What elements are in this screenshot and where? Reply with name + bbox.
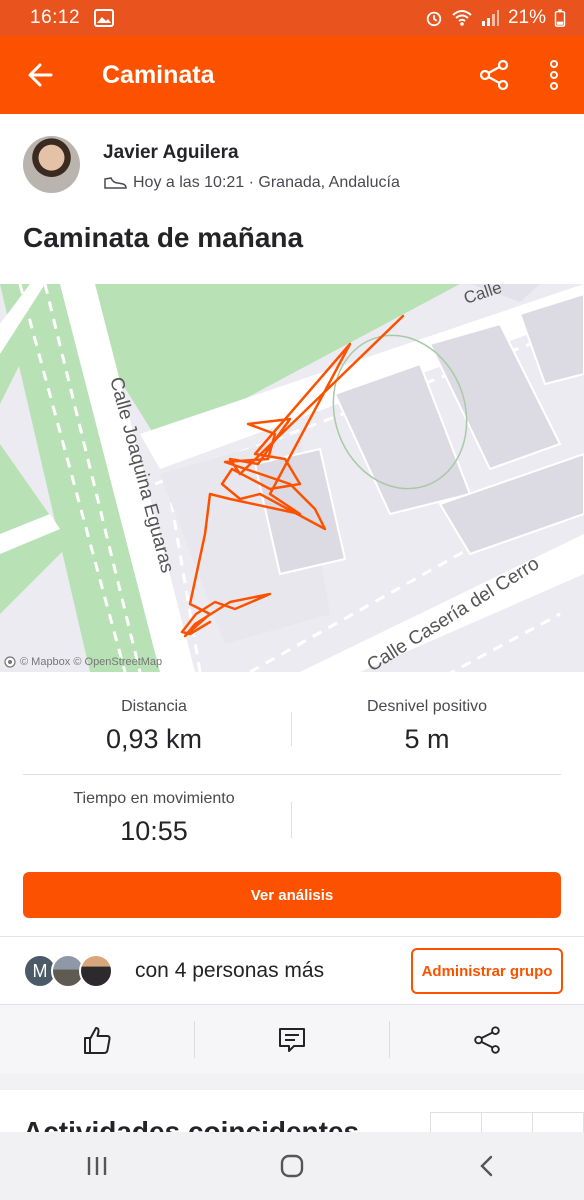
stat-moving-time-label: Tiempo en movimiento xyxy=(73,790,235,807)
kudos-button[interactable] xyxy=(0,1005,194,1074)
map-attribution-text: © Mapbox © OpenStreetMap xyxy=(20,656,163,668)
battery-icon xyxy=(554,9,566,27)
map-attribution[interactable]: © Mapbox © OpenStreetMap xyxy=(4,656,162,668)
activity-header: Javier Aguilera Hoy a las 10:21 · Granad… xyxy=(0,114,584,284)
page-title: Caminata xyxy=(102,60,215,89)
avatar[interactable] xyxy=(23,136,80,193)
recent-apps-button[interactable] xyxy=(57,1136,137,1196)
map-canvas: Calle Joaquina Eguaras Calle Casería del… xyxy=(0,284,584,672)
activity-meta: Hoy a las 10:21 · Granada, Andalucía xyxy=(103,174,400,192)
gallery-icon xyxy=(94,9,115,27)
stat-distance-value: 0,93 km xyxy=(105,724,203,754)
group-row: M con 4 personas más Administrar grupo xyxy=(0,936,584,1004)
wifi-icon xyxy=(452,10,472,26)
group-avatars[interactable]: M xyxy=(23,954,123,988)
activity-title: Caminata de mañana xyxy=(23,222,304,253)
status-time: 16:12 xyxy=(30,7,81,28)
app-bar: Caminata xyxy=(0,36,584,114)
social-actions xyxy=(0,1004,584,1074)
view-analysis-button[interactable]: Ver análisis xyxy=(23,872,561,918)
stat-moving-time: Tiempo en movimiento 10:55 xyxy=(29,790,279,847)
chevron-left-icon xyxy=(479,1155,492,1177)
more-options-button[interactable] xyxy=(524,36,584,114)
share-button[interactable] xyxy=(464,36,524,114)
system-nav-bar xyxy=(0,1132,584,1200)
system-back-button[interactable] xyxy=(447,1136,527,1196)
thumbs-up-icon xyxy=(84,1026,111,1054)
stat-distance: Distancia 0,93 km xyxy=(29,698,279,755)
activity-map[interactable]: Calle Joaquina Eguaras Calle Casería del… xyxy=(0,284,584,672)
status-bar: 16:12 21% xyxy=(0,0,584,36)
home-button[interactable] xyxy=(252,1136,332,1196)
divider xyxy=(23,774,561,775)
back-button[interactable] xyxy=(0,36,80,114)
avatar xyxy=(79,954,113,988)
shoe-icon xyxy=(104,177,127,189)
arrow-left-icon xyxy=(28,63,53,87)
signal-icon xyxy=(481,10,499,26)
share-activity-button[interactable] xyxy=(390,1005,584,1074)
share-icon xyxy=(479,59,509,91)
activity-meta-text: Hoy a las 10:21 · Granada, Andalucía xyxy=(133,174,400,191)
stat-elevation: Desnivel positivo 5 m xyxy=(302,698,552,755)
group-text[interactable]: con 4 personas más xyxy=(135,959,324,983)
divider xyxy=(291,802,292,838)
stat-elevation-value: 5 m xyxy=(404,724,450,754)
comment-icon xyxy=(279,1027,305,1052)
alarm-icon xyxy=(426,11,442,27)
battery-percent: 21% xyxy=(507,7,546,28)
comment-button[interactable] xyxy=(195,1005,389,1074)
mapbox-logo-icon xyxy=(4,656,16,668)
share-icon xyxy=(474,1025,500,1054)
stat-elevation-label: Desnivel positivo xyxy=(366,698,488,715)
manage-group-button[interactable]: Administrar grupo xyxy=(411,948,563,994)
stats-panel: Distancia 0,93 km Desnivel positivo 5 m … xyxy=(0,672,584,936)
stat-distance-label: Distancia xyxy=(121,698,187,715)
divider xyxy=(291,712,292,746)
recent-apps-icon xyxy=(88,1157,107,1175)
more-vertical-icon xyxy=(550,60,558,90)
home-icon xyxy=(280,1154,304,1178)
stat-moving-time-value: 10:55 xyxy=(120,816,188,846)
athlete-name[interactable]: Javier Aguilera xyxy=(103,142,239,164)
